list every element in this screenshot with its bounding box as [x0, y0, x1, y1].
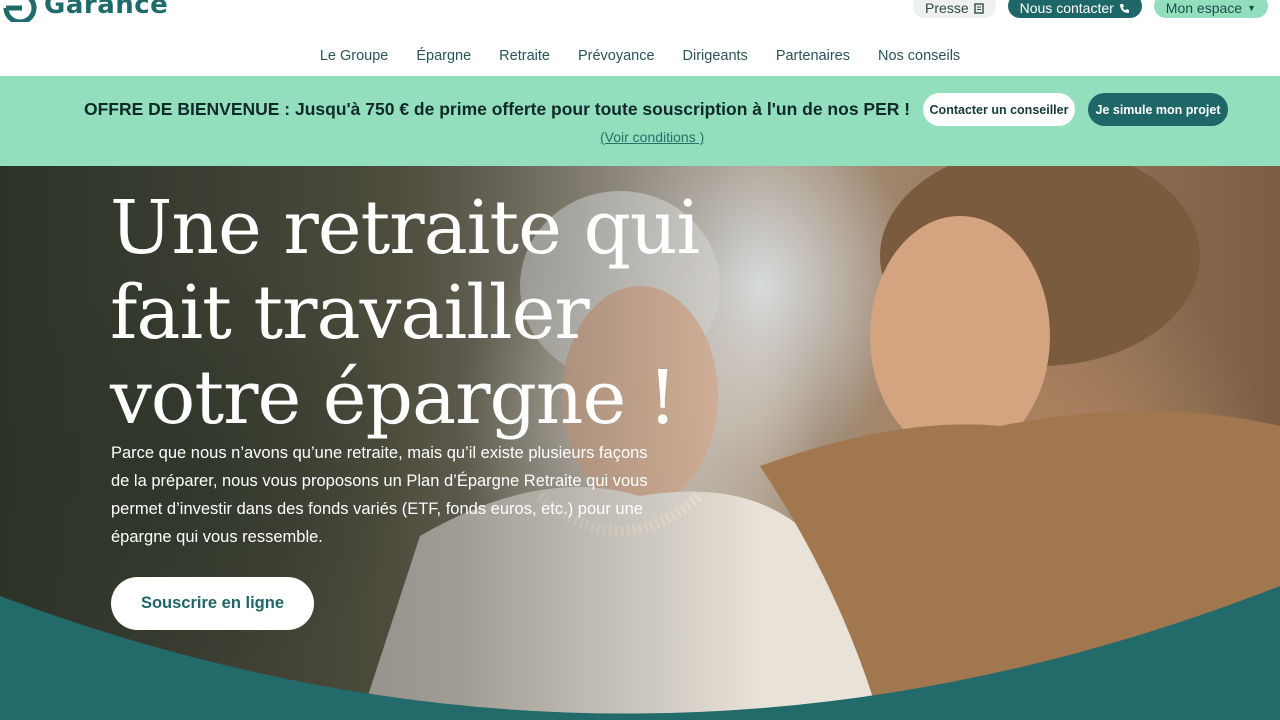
- mon-espace-label: Mon espace: [1165, 0, 1243, 16]
- nav-item-nos-conseils[interactable]: Nos conseils: [864, 48, 974, 64]
- contact-label: Nous contacter: [1019, 0, 1114, 16]
- phone-icon: [1119, 3, 1129, 13]
- contact-advisor-button[interactable]: Contacter un conseiller: [923, 93, 1075, 126]
- promo-banner: [0, 76, 1280, 166]
- presse-button[interactable]: Presse: [913, 0, 996, 18]
- header-actions: Presse Nous contacter Mon espace ▼: [913, 0, 1268, 18]
- caret-down-icon: ▼: [1247, 3, 1256, 13]
- nav-item-retraite[interactable]: Retraite: [485, 48, 564, 64]
- promo-text: OFFRE DE BIENVENUE : Jusqu'à 750 € de pr…: [84, 99, 911, 119]
- document-icon: [973, 2, 984, 14]
- nav-item-le-groupe[interactable]: Le Groupe: [306, 48, 403, 64]
- simulate-project-button[interactable]: Je simule mon projet: [1088, 93, 1228, 126]
- nav-item-prevoyance[interactable]: Prévoyance: [564, 48, 669, 64]
- subscribe-online-button[interactable]: Souscrire en ligne: [111, 577, 314, 630]
- nav-item-partenaires[interactable]: Partenaires: [762, 48, 864, 64]
- logo[interactable]: Garance: [2, 0, 168, 22]
- top-header: Garance Presse Nous contacter Mon espace…: [0, 0, 1280, 37]
- hero-description: Parce que nous n’avons qu’une retraite, …: [111, 444, 648, 546]
- hero-section: Une retraite qui fait travailler votre é…: [0, 166, 1280, 720]
- presse-label: Presse: [925, 0, 969, 16]
- garance-logo-icon: [3, 0, 37, 22]
- mon-espace-button[interactable]: Mon espace ▼: [1153, 0, 1268, 18]
- nav-item-dirigeants[interactable]: Dirigeants: [669, 48, 762, 64]
- hero-title: Une retraite qui fait travailler votre é…: [110, 185, 700, 441]
- main-nav: Le Groupe Épargne Retraite Prévoyance Di…: [0, 36, 1280, 76]
- conditions-link[interactable]: (Voir conditions ): [600, 129, 704, 145]
- logo-text: Garance: [44, 0, 169, 20]
- contact-button[interactable]: Nous contacter: [1007, 0, 1142, 18]
- nav-item-epargne[interactable]: Épargne: [402, 48, 485, 64]
